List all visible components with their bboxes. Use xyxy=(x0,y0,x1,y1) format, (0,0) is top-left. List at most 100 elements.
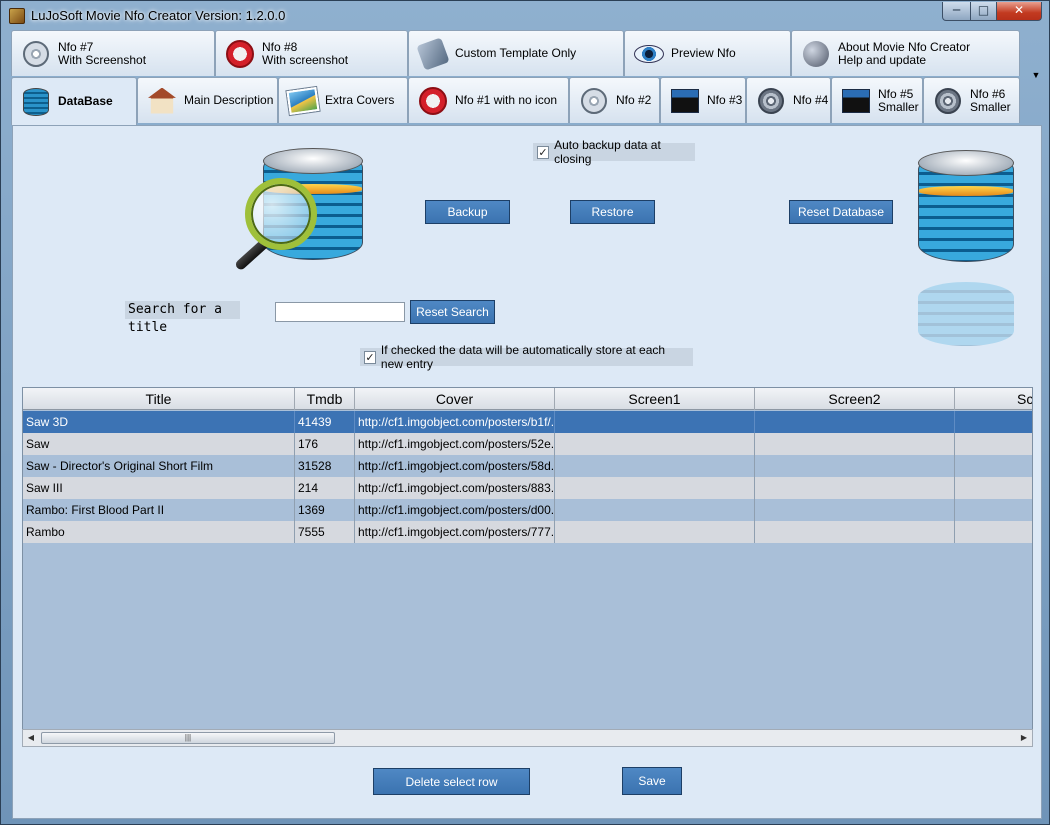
tab-nfo-7[interactable]: Nfo #7 With Screenshot xyxy=(11,30,215,76)
tab-nfo-1[interactable]: Nfo #1 with no icon xyxy=(408,77,569,123)
tab-nfo-3[interactable]: Nfo #3 xyxy=(660,77,746,123)
cell-screen2[interactable] xyxy=(755,455,955,477)
cell-screen2[interactable] xyxy=(755,411,955,433)
cell-screen1[interactable] xyxy=(555,411,755,433)
cell-screen3[interactable] xyxy=(955,521,1032,543)
cell-screen3[interactable] xyxy=(955,477,1032,499)
table-row[interactable]: Rambo: First Blood Part II 1369 http://cf1… xyxy=(23,499,1032,521)
reset-search-button[interactable]: Reset Search xyxy=(410,300,495,324)
cell-screen1[interactable] xyxy=(555,455,755,477)
tab-custom-template[interactable]: Custom Template Only xyxy=(408,30,624,76)
auto-store-checkbox[interactable]: ✓ If checked the data will be automatica… xyxy=(360,343,693,371)
tab-about[interactable]: About Movie Nfo Creator Help and update xyxy=(791,30,1020,76)
tab-label: About Movie Nfo Creator Help and update xyxy=(838,39,971,67)
tab-scroll-down-icon[interactable]: ▼ xyxy=(1029,70,1043,84)
database-icon xyxy=(918,150,1014,262)
cell-tmdb[interactable]: 7555 xyxy=(295,521,355,543)
cell-screen2[interactable] xyxy=(755,521,955,543)
table-row[interactable]: Saw - Director's Original Short Film 3152… xyxy=(23,455,1032,477)
auto-backup-checkbox[interactable]: ✓ Auto backup data at closing xyxy=(533,138,695,166)
cell-screen3[interactable] xyxy=(955,455,1032,477)
cell-tmdb[interactable]: 176 xyxy=(295,433,355,455)
cell-cover[interactable]: http://cf1.imgobject.com/posters/52e... xyxy=(355,433,555,455)
cell-screen1[interactable] xyxy=(555,521,755,543)
cell-tmdb[interactable]: 214 xyxy=(295,477,355,499)
scrollbar-thumb[interactable]: ||| xyxy=(41,732,335,744)
cell-screen3[interactable] xyxy=(955,499,1032,521)
no-entry-icon xyxy=(224,38,256,70)
cell-title[interactable]: Saw - Director's Original Short Film xyxy=(23,455,295,477)
column-header-screen3[interactable]: Sc xyxy=(955,388,1032,410)
tab-label: Nfo #3 xyxy=(707,93,743,107)
cell-screen1[interactable] xyxy=(555,477,755,499)
reel-icon xyxy=(755,85,787,117)
cell-screen1[interactable] xyxy=(555,433,755,455)
tab-extra-covers[interactable]: Extra Covers xyxy=(278,77,408,123)
table-row[interactable]: Rambo 7555 http://cf1.imgobject.com/poster… xyxy=(23,521,1032,543)
cell-screen1[interactable] xyxy=(555,499,755,521)
save-button[interactable]: Save xyxy=(622,767,682,795)
table-row[interactable]: Saw 176 http://cf1.imgobject.com/posters/5… xyxy=(23,433,1032,455)
reset-database-button[interactable]: Reset Database xyxy=(789,200,893,224)
auto-store-check[interactable]: ✓ xyxy=(364,350,376,364)
cell-tmdb[interactable]: 31528 xyxy=(295,455,355,477)
tools-icon xyxy=(416,36,450,71)
scroll-right-icon[interactable]: ▶ xyxy=(1016,730,1032,746)
cell-title[interactable]: Saw 3D xyxy=(23,411,295,433)
tab-label: DataBase xyxy=(58,94,113,108)
column-header-screen2[interactable]: Screen2 xyxy=(755,388,955,410)
tab-preview-nfo[interactable]: Preview Nfo xyxy=(624,30,791,76)
cell-tmdb[interactable]: 1369 xyxy=(295,499,355,521)
column-header-tmdb[interactable]: Tmdb xyxy=(295,388,355,410)
maximize-button[interactable]: □ xyxy=(970,2,997,21)
tab-label: Main Description xyxy=(184,93,274,107)
column-header-screen1[interactable]: Screen1 xyxy=(555,388,755,410)
table-row[interactable]: Saw III 214 http://cf1.imgobject.com/poste… xyxy=(23,477,1032,499)
database-panel: ✓ Auto backup data at closing Backup Res… xyxy=(12,125,1042,819)
auto-backup-check[interactable]: ✓ xyxy=(537,145,550,159)
tab-nfo-5[interactable]: Nfo #5 Smaller xyxy=(831,77,923,123)
tab-nfo-4[interactable]: Nfo #4 xyxy=(746,77,831,123)
scroll-left-icon[interactable]: ◀ xyxy=(23,730,39,746)
cell-cover[interactable]: http://cf1.imgobject.com/posters/d00... xyxy=(355,499,555,521)
cell-screen3[interactable] xyxy=(955,411,1032,433)
minimize-button[interactable]: ─ xyxy=(942,2,971,21)
cell-title[interactable]: Saw xyxy=(23,433,295,455)
search-input[interactable] xyxy=(275,302,405,322)
horizontal-scrollbar[interactable]: ◀ ||| ▶ xyxy=(22,729,1033,747)
photo-icon xyxy=(286,85,320,117)
cell-screen2[interactable] xyxy=(755,499,955,521)
cell-title[interactable]: Rambo xyxy=(23,521,295,543)
table-row[interactable]: Saw 3D 41439 http://cf1.imgobject.com/post… xyxy=(23,411,1032,433)
data-grid[interactable]: Title Tmdb Cover Screen1 Screen2 Sc Saw … xyxy=(22,387,1033,747)
cell-cover[interactable]: http://cf1.imgobject.com/posters/883... xyxy=(355,477,555,499)
column-header-cover[interactable]: Cover xyxy=(355,388,555,410)
title-bar[interactable]: LuJoSoft Movie Nfo Creator Version: 1.2.… xyxy=(1,1,1049,29)
grid-header: Title Tmdb Cover Screen1 Screen2 Sc xyxy=(23,388,1032,410)
delete-row-button[interactable]: Delete select row xyxy=(373,768,530,795)
tab-label: Preview Nfo xyxy=(671,46,736,60)
cell-tmdb[interactable]: 41439 xyxy=(295,411,355,433)
column-header-title[interactable]: Title xyxy=(23,388,295,410)
tab-nfo-6[interactable]: Nfo #6 Smaller xyxy=(923,77,1020,123)
tab-nfo-2[interactable]: Nfo #2 xyxy=(569,77,660,123)
cell-cover[interactable]: http://cf1.imgobject.com/posters/777... xyxy=(355,521,555,543)
tab-database[interactable]: DataBase xyxy=(11,77,137,125)
backup-button[interactable]: Backup xyxy=(425,200,510,224)
tab-main-description[interactable]: Main Description xyxy=(137,77,278,123)
eye-icon xyxy=(633,38,665,70)
cell-cover[interactable]: http://cf1.imgobject.com/posters/58d... xyxy=(355,455,555,477)
tab-nfo-8[interactable]: Nfo #8 With screenshot xyxy=(215,30,408,76)
cell-screen3[interactable] xyxy=(955,433,1032,455)
cell-cover[interactable]: http://cf1.imgobject.com/posters/b1f/... xyxy=(355,411,555,433)
tab-label: Nfo #1 with no icon xyxy=(455,93,558,107)
close-button[interactable]: ✕ xyxy=(996,2,1042,21)
restore-button[interactable]: Restore xyxy=(570,200,655,224)
cell-screen2[interactable] xyxy=(755,477,955,499)
tab-label: Nfo #7 With Screenshot xyxy=(58,39,147,67)
cell-title[interactable]: Rambo: First Blood Part II xyxy=(23,499,295,521)
cell-screen2[interactable] xyxy=(755,433,955,455)
cell-title[interactable]: Saw III xyxy=(23,477,295,499)
clapper-icon xyxy=(669,85,701,117)
no-entry-icon xyxy=(417,85,449,117)
